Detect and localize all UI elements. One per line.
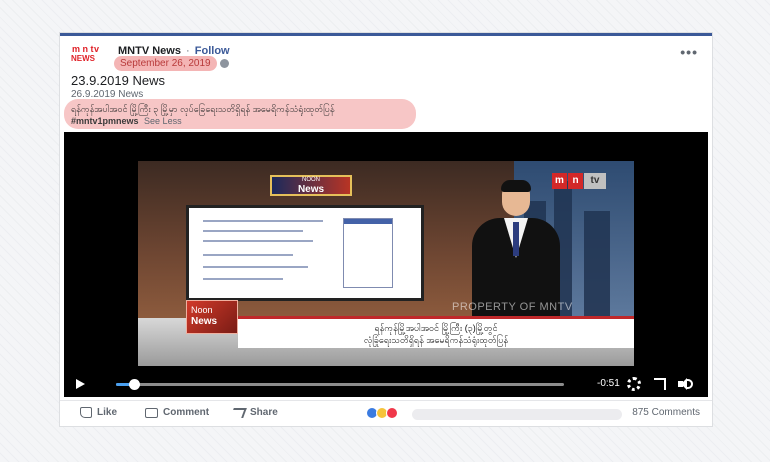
comment-bubble-icon: [145, 407, 158, 418]
video-watermark: PROPERTY OF MNTV: [452, 301, 573, 313]
progress-knob[interactable]: [129, 379, 140, 390]
logo-news-text: NEWS: [71, 54, 95, 63]
more-options-icon[interactable]: •••: [680, 44, 698, 60]
post-timestamp[interactable]: September 26, 2019: [114, 56, 217, 71]
share-arrow-icon: [230, 407, 247, 418]
globe-icon: [220, 59, 229, 68]
reaction-icons[interactable]: [366, 407, 398, 419]
video-frame: NOON News m n tv PROPERTY OF MNTV Noon New…: [138, 161, 634, 366]
logo-mark: m n tv: [72, 44, 100, 54]
like-button[interactable]: Like: [80, 407, 117, 418]
volume-icon[interactable]: [678, 378, 693, 390]
ticker-line-2: လုံခြုံရေးသတိရှိရန် အမေရိကန်သံရုံးထုတ်ပြ…: [363, 335, 509, 345]
share-button[interactable]: Share: [230, 407, 278, 418]
time-remaining: -0:51: [597, 378, 620, 389]
hashtag-line: #mntv1pmnews See Less: [71, 116, 182, 126]
noon-news-sign: NOON News: [270, 175, 352, 196]
comments-count-link[interactable]: 875 Comments: [632, 407, 700, 418]
video-player[interactable]: NOON News m n tv PROPERTY OF MNTV Noon New…: [64, 132, 708, 397]
studio-screen: [186, 205, 424, 301]
noon-news-lower-logo: Noon News: [186, 300, 238, 334]
hashtag-link[interactable]: #mntv1pmnews: [71, 116, 139, 126]
reactors-blurred: [412, 409, 622, 420]
news-ticker: ရန်ကုန်မြို့အပါအဝင် မြို့ကြီး (၃)မြို့တွ…: [238, 316, 634, 348]
love-reaction-icon: [386, 407, 398, 419]
fullscreen-icon[interactable]: [654, 378, 666, 390]
video-controls: -0:51: [64, 371, 708, 397]
post-title: 23.9.2019 News: [71, 73, 165, 88]
comment-button[interactable]: Comment: [145, 407, 209, 418]
see-less-link[interactable]: See Less: [144, 116, 182, 126]
play-icon[interactable]: [76, 379, 85, 389]
mntv-news-logo[interactable]: m n tv NEWS: [71, 44, 107, 70]
thumbs-up-icon: [80, 407, 92, 418]
post-actions-bar: Like Comment Share 875 Comments: [60, 400, 712, 426]
facebook-post: m n tv NEWS MNTV News · Follow September 2…: [60, 33, 712, 426]
settings-gear-icon[interactable]: [627, 377, 641, 391]
ticker-line-1: ရန်ကုန်မြို့အပါအဝင် မြို့ကြီး (၃)မြို့တွ…: [374, 323, 498, 333]
progress-bar[interactable]: [116, 379, 564, 390]
